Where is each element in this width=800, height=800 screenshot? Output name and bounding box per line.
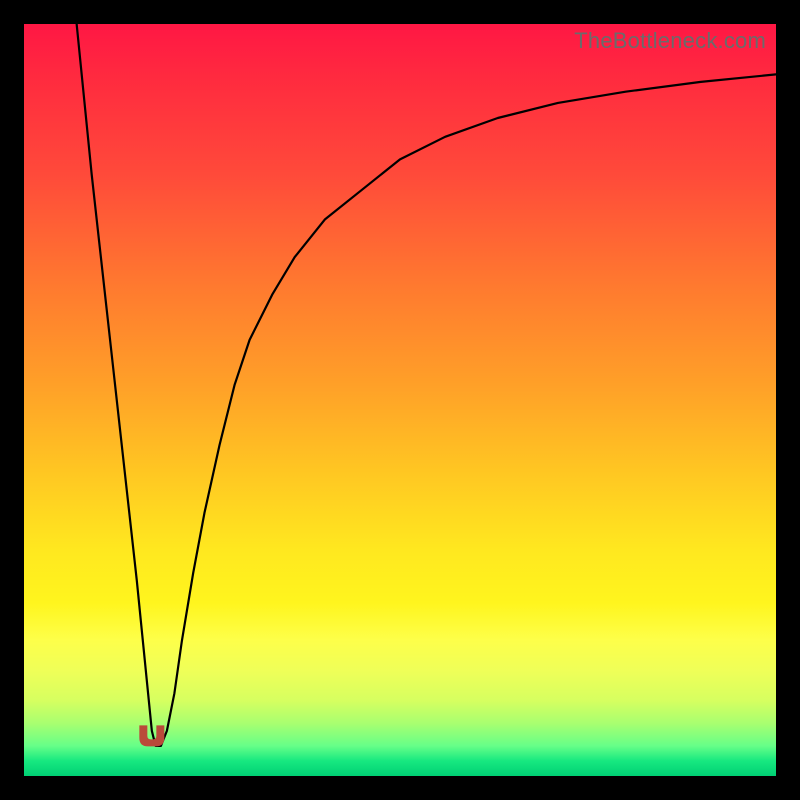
watermark-text: TheBottleneck.com	[574, 28, 766, 54]
curve-layer	[24, 24, 776, 776]
chart-frame: TheBottleneck.com	[0, 0, 800, 800]
bottleneck-curve	[77, 24, 776, 746]
plot-area: TheBottleneck.com	[24, 24, 776, 776]
